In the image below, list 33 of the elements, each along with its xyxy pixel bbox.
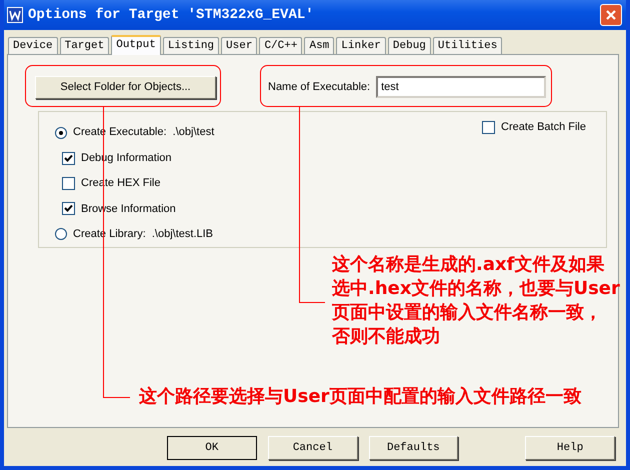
tab[interactable]: Output: [111, 35, 161, 55]
tab[interactable]: User: [221, 37, 258, 54]
tab[interactable]: Device: [8, 37, 58, 54]
close-button[interactable]: [600, 4, 622, 26]
tab[interactable]: Linker: [336, 37, 386, 54]
dialog-button[interactable]: Cancel: [268, 436, 358, 460]
radio-button[interactable]: [55, 228, 67, 240]
tab[interactable]: Asm: [304, 37, 334, 54]
annotation-text: 这个路径要选择与User页面中配置的输入文件路径一致: [139, 385, 582, 409]
tab[interactable]: Target: [60, 37, 110, 54]
dialog-button[interactable]: Defaults: [368, 436, 458, 460]
checkbox[interactable]: [62, 202, 75, 216]
option-label: Create Batch File: [501, 120, 586, 135]
checkbox[interactable]: [482, 120, 496, 134]
radio-button[interactable]: [55, 126, 67, 139]
app-icon: [7, 7, 23, 23]
dialog-button[interactable]: OK: [167, 436, 257, 460]
annotation-text: 选中.hex文件的名称，也要与User: [332, 277, 620, 301]
dialog-button[interactable]: Help: [525, 436, 615, 460]
tab[interactable]: C/C++: [259, 37, 302, 54]
tab[interactable]: Listing: [162, 37, 220, 54]
tab[interactable]: Debug: [388, 37, 431, 54]
checkbox[interactable]: [62, 152, 75, 165]
checkbox[interactable]: [62, 177, 75, 190]
tab[interactable]: Utilities: [432, 37, 502, 54]
annotation-text: 页面中设置的输入文件名称一致，: [332, 301, 602, 325]
executable-name-field[interactable]: test: [376, 76, 546, 98]
window-title: Options for Target 'STM322xG_EVAL': [28, 6, 315, 24]
annotation-text: 这个名称是生成的.axf文件及如果: [332, 253, 604, 277]
select-folder-button[interactable]: Select Folder for Objects...: [35, 76, 216, 98]
field-label: Name of Executable:: [268, 80, 370, 95]
annotation-text: 否则不能成功: [332, 325, 440, 349]
close-icon: [605, 9, 617, 21]
